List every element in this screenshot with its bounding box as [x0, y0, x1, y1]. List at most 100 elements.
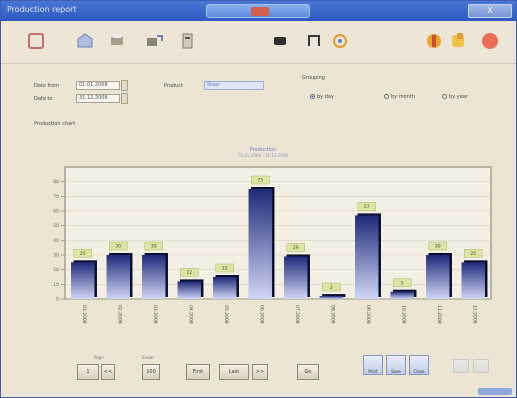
section-label: Production chart	[34, 121, 76, 127]
filter-form: Date from 01.01.2008 Date to 31.12.2008 …	[1, 65, 516, 127]
data-label: 5	[401, 280, 404, 286]
x-tick-label: 04.2008	[187, 305, 193, 324]
product-label: Product	[164, 83, 183, 89]
radio-by-month[interactable]: by month	[384, 94, 415, 100]
date-from-label: Date from	[34, 83, 60, 89]
zoom-value[interactable]: 100	[142, 364, 160, 380]
date-to-spinner[interactable]	[121, 93, 128, 104]
data-label: 30	[115, 244, 121, 250]
data-label: 25	[470, 251, 476, 257]
bar	[426, 255, 450, 299]
refresh-icon[interactable]	[329, 30, 351, 52]
grouping-label: Grouping	[302, 75, 325, 81]
print-icon[interactable]	[106, 30, 128, 52]
data-label: 30	[435, 244, 441, 250]
settings-icon[interactable]	[447, 30, 469, 52]
status-indicator	[478, 388, 512, 395]
columns-icon[interactable]	[303, 30, 325, 52]
y-tick-label: 20	[53, 267, 59, 273]
print-report-button[interactable]: Print	[363, 355, 383, 375]
disabled-button	[473, 359, 489, 373]
radio-dot-year	[442, 94, 447, 99]
data-label: 2	[330, 285, 333, 291]
window-title: Production report	[7, 5, 77, 14]
date-to-field[interactable]: 31.12.2008	[76, 94, 120, 103]
app-window: Production report X Date from 01.01.2008…	[0, 0, 517, 398]
date-from-spinner[interactable]	[121, 80, 128, 91]
radio-by-year-label: by year	[449, 94, 468, 100]
bar-chart: 010203040506070802501.20083002.20083003.…	[53, 166, 492, 324]
close-button[interactable]: X	[468, 4, 512, 18]
chart-icon[interactable]	[423, 30, 445, 52]
taskbar-tab[interactable]	[206, 4, 310, 18]
go-button[interactable]: Go	[297, 364, 319, 380]
chart-subtitle: 01.01.2008 - 31.12.2008	[238, 153, 288, 158]
data-label: 30	[151, 244, 157, 250]
close-report-label: Close	[413, 369, 425, 374]
save-report-label: Save	[391, 369, 401, 374]
data-label: 29	[293, 245, 299, 251]
x-tick-label: 02.2008	[116, 305, 122, 324]
print-report-label: Print	[368, 369, 378, 374]
export-icon[interactable]	[143, 30, 165, 52]
save-report-button[interactable]: Save	[386, 355, 406, 375]
open-icon[interactable]	[74, 30, 96, 52]
radio-by-year[interactable]: by year	[442, 94, 468, 100]
close-report-button[interactable]: Close	[409, 355, 429, 375]
bar	[319, 296, 343, 299]
radio-by-day[interactable]: by day	[310, 94, 334, 100]
app-icon	[251, 7, 269, 16]
exit-icon[interactable]	[479, 30, 501, 52]
last-page-button[interactable]: Last	[219, 364, 249, 380]
bar	[177, 281, 201, 299]
data-label: 75	[257, 178, 263, 184]
x-tick-label: 07.2008	[294, 305, 300, 324]
x-tick-label: 12.2008	[471, 305, 477, 324]
bar	[142, 255, 166, 299]
next-page-button[interactable]: >>	[252, 364, 268, 380]
radio-dot-day	[310, 94, 315, 99]
y-tick-label: 60	[53, 209, 59, 215]
data-label: 25	[80, 251, 86, 257]
x-tick-label: 11.2008	[436, 305, 442, 324]
y-tick-label: 70	[53, 194, 59, 200]
x-tick-label: 10.2008	[400, 305, 406, 324]
date-to-label: Date to	[34, 96, 53, 102]
bar	[71, 262, 95, 299]
filter-icon[interactable]	[177, 30, 199, 52]
y-tick-label: 10	[53, 282, 59, 288]
page-value[interactable]: 1	[77, 364, 99, 380]
bar	[106, 255, 130, 299]
y-tick-label: 40	[53, 238, 59, 244]
data-label: 57	[364, 204, 370, 210]
chart-panel: Production 01.01.2008 - 31.12.2008 0 10 20…	[29, 147, 497, 343]
y-tick-label: 50	[53, 223, 59, 229]
prev-page-button[interactable]: <<	[101, 364, 115, 380]
bar	[390, 291, 414, 299]
product-select[interactable]: Steel	[204, 81, 264, 90]
title-bar[interactable]: Production report X	[1, 1, 516, 21]
radio-by-month-label: by month	[391, 94, 415, 100]
data-label: 12	[186, 270, 192, 276]
new-icon[interactable]	[25, 30, 47, 52]
x-tick-label: 06.2008	[258, 305, 264, 324]
x-tick-label: 09.2008	[365, 305, 371, 324]
y-tick-label: 80	[53, 179, 59, 185]
disabled-button	[453, 359, 469, 373]
radio-dot-month	[384, 94, 389, 99]
data-label: 15	[222, 266, 228, 272]
y-tick-label: 0	[56, 297, 59, 303]
zoom-label: Zoom	[142, 355, 154, 360]
first-page-button[interactable]: First	[186, 364, 210, 380]
y-tick-label: 30	[53, 253, 59, 259]
x-tick-label: 03.2008	[152, 305, 158, 324]
bar	[461, 262, 485, 299]
bottom-bar: Page 1 << Zoom 100 First Last >> Go Prin…	[1, 351, 516, 397]
stop-icon[interactable]	[269, 30, 291, 52]
date-from-field[interactable]: 01.01.2008	[76, 81, 120, 90]
bar	[284, 256, 308, 299]
bar	[248, 189, 272, 299]
x-tick-label: 05.2008	[223, 305, 229, 324]
bar	[213, 277, 237, 299]
bar	[355, 215, 379, 299]
